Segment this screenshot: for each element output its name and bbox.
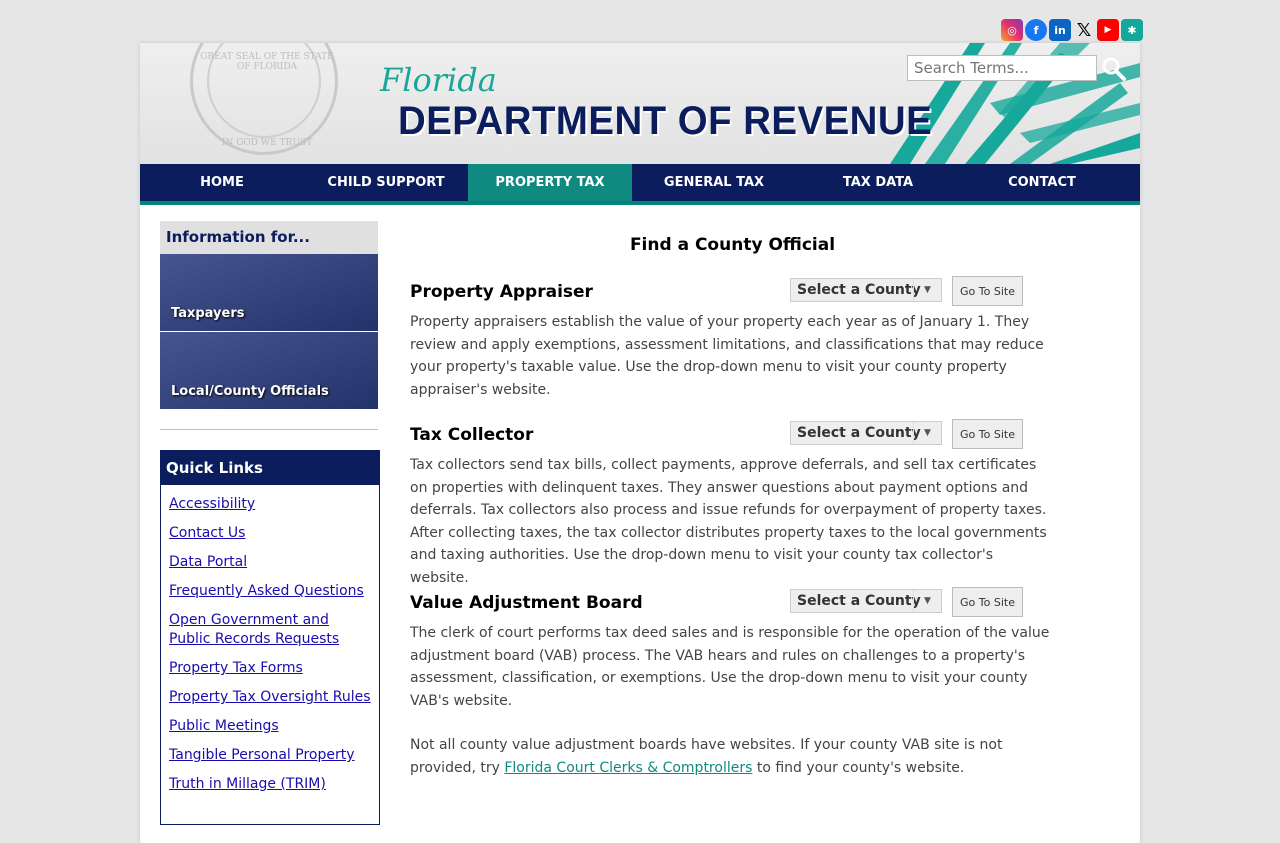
select-value: Select a County (797, 593, 921, 609)
quick-link-faq[interactable]: Frequently Asked Questions (169, 582, 371, 601)
select-value: Select a County (797, 282, 921, 298)
go-to-site-button-appraiser[interactable]: Go To Site (952, 276, 1023, 306)
tile-label: Taxpayers (171, 306, 245, 321)
nav-home[interactable]: HOME (140, 164, 304, 201)
go-to-site-button-collector[interactable]: Go To Site (952, 419, 1023, 449)
chevron-down-icon: ▼ (913, 422, 941, 444)
seal-text-top: GREAT SEAL OF THE STATE OF FLORIDA (200, 52, 334, 72)
instagram-icon[interactable]: ◎ (1001, 19, 1023, 41)
nav-child-support[interactable]: CHILD SUPPORT (304, 164, 468, 201)
go-to-site-button-vab[interactable]: Go To Site (952, 587, 1023, 617)
section-description: Tax collectors send tax bills, collect p… (410, 457, 1047, 586)
department-title: DEPARTMENT OF REVENUE (398, 99, 933, 143)
county-select-collector[interactable]: Select a County ▼ (790, 421, 942, 445)
tile-taxpayers[interactable]: Taxpayers (160, 254, 378, 331)
county-select-appraiser[interactable]: Select a County ▼ (790, 278, 942, 302)
palm-icon[interactable]: ✱ (1121, 19, 1143, 41)
section-property-appraiser: Property Appraiser Select a County ▼ Go … (410, 276, 1055, 401)
quick-links-list: Accessibility Contact Us Data Portal Fre… (161, 485, 379, 824)
section-value-adjustment-board: Value Adjustment Board Select a County ▼… (410, 587, 1055, 712)
x-icon[interactable]: 𝕏 (1073, 19, 1095, 41)
tile-label: Local/County Officials (171, 384, 329, 399)
chevron-down-icon: ▼ (913, 279, 941, 301)
nav-tax-data[interactable]: TAX DATA (796, 164, 960, 201)
header-banner: GREAT SEAL OF THE STATE OF FLORIDA IN GO… (140, 43, 1140, 164)
select-value: Select a County (797, 425, 921, 441)
nav-general-tax[interactable]: GENERAL TAX (632, 164, 796, 201)
information-for-heading: Information for... (160, 221, 378, 254)
florida-court-clerks-link[interactable]: Florida Court Clerks & Comptrollers (504, 760, 752, 776)
divider (160, 429, 378, 430)
facebook-icon[interactable]: f (1025, 19, 1047, 41)
nav-property-tax[interactable]: PROPERTY TAX (468, 164, 632, 201)
quick-link-contact-us[interactable]: Contact Us (169, 524, 371, 543)
sidebar: Information for... Taxpayers Local/Count… (160, 221, 380, 825)
quick-link-tangible-property[interactable]: Tangible Personal Property (169, 746, 371, 765)
search-input[interactable] (907, 55, 1097, 81)
social-links: ◎ f in 𝕏 ▶ ✱ (1001, 19, 1143, 41)
section-description: Property appraisers establish the value … (410, 314, 1044, 398)
note-text-end: to find your county's website. (752, 759, 965, 776)
quick-links-panel: Quick Links Accessibility Contact Us Dat… (160, 450, 380, 825)
state-seal-icon: GREAT SEAL OF THE STATE OF FLORIDA IN GO… (190, 43, 338, 155)
quick-link-oversight-rules[interactable]: Property Tax Oversight Rules (169, 688, 371, 707)
page-container: GREAT SEAL OF THE STATE OF FLORIDA IN GO… (140, 43, 1140, 843)
tile-local-county-officials[interactable]: Local/County Officials (160, 332, 378, 409)
nav-contact[interactable]: CONTACT (960, 164, 1124, 201)
linkedin-icon[interactable]: in (1049, 19, 1071, 41)
florida-wordmark: Florida (380, 61, 497, 99)
quick-link-open-government[interactable]: Open Government and Public Records Reque… (169, 611, 371, 649)
quick-link-accessibility[interactable]: Accessibility (169, 495, 371, 514)
section-tax-collector: Tax Collector Select a County ▼ Go To Si… (410, 419, 1055, 589)
section-description: The clerk of court performs tax deed sal… (410, 625, 1050, 709)
quick-link-data-portal[interactable]: Data Portal (169, 553, 371, 572)
county-select-vab[interactable]: Select a County ▼ (790, 589, 942, 613)
quick-links-heading: Quick Links (161, 451, 379, 485)
main-content: Find a County Official Property Appraise… (410, 221, 1055, 779)
page-title: Find a County Official (629, 235, 836, 255)
chevron-down-icon: ▼ (913, 590, 941, 612)
youtube-icon[interactable]: ▶ (1097, 19, 1119, 41)
quick-link-trim[interactable]: Truth in Millage (TRIM) (169, 775, 371, 794)
main-nav: HOME CHILD SUPPORT PROPERTY TAX GENERAL … (140, 164, 1140, 205)
quick-link-public-meetings[interactable]: Public Meetings (169, 717, 371, 736)
seal-text-bottom: IN GOD WE TRUST (221, 138, 313, 148)
search-icon[interactable] (1100, 55, 1128, 83)
vab-note: Not all county value adjustment boards h… (410, 734, 1055, 779)
quick-link-property-tax-forms[interactable]: Property Tax Forms (169, 659, 371, 678)
